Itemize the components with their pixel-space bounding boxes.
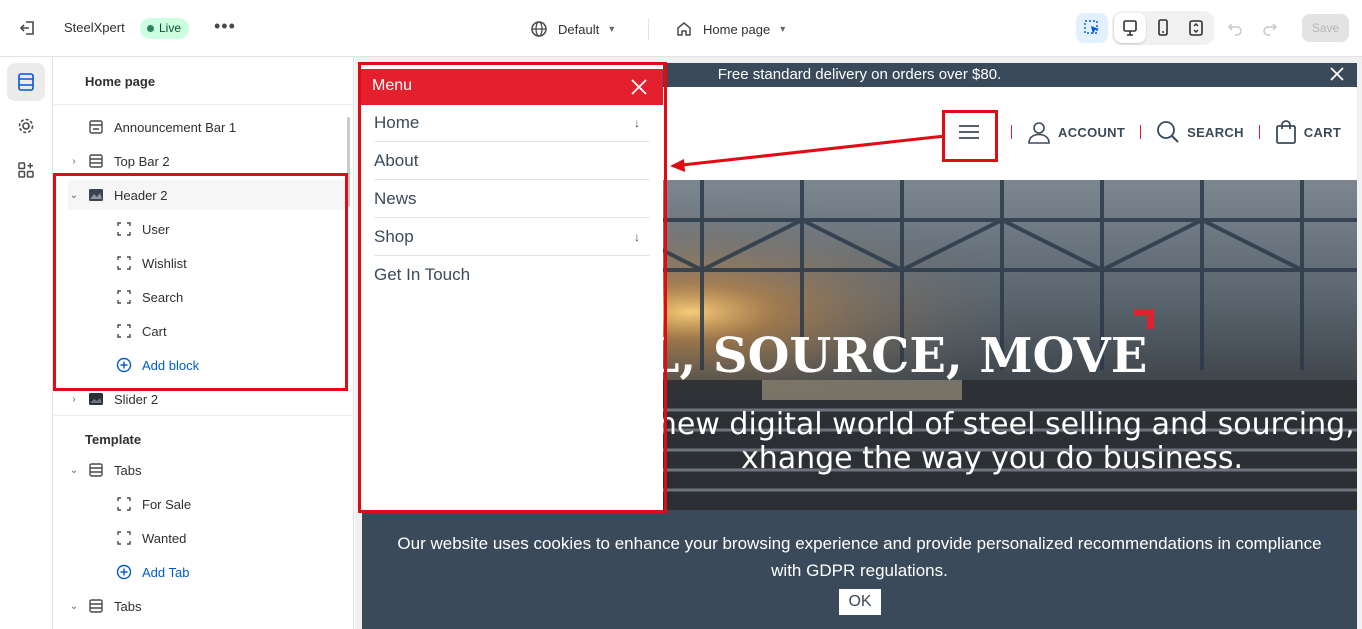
- fullscreen-view-button[interactable]: [1180, 13, 1212, 43]
- home-icon: [677, 22, 691, 36]
- header-divider: [1258, 125, 1260, 139]
- section-label: Slider 2: [114, 391, 159, 407]
- add-tab-label: Add Tab: [142, 564, 190, 580]
- desktop-view-button[interactable]: [1114, 13, 1146, 43]
- desktop-icon: [1123, 20, 1137, 36]
- save-button[interactable]: Save: [1302, 14, 1349, 42]
- sidebar-divider: [54, 415, 353, 416]
- annotation-box-header-section: [53, 173, 348, 391]
- search-link[interactable]: SEARCH: [1156, 120, 1244, 144]
- sections-icon: [18, 73, 34, 91]
- redo-icon[interactable]: [1262, 20, 1278, 36]
- block-icon: [117, 497, 131, 511]
- sections-rail-button[interactable]: [7, 63, 45, 101]
- header-divider: [1140, 125, 1142, 139]
- apps-icon: [18, 162, 34, 178]
- chevron-right-icon[interactable]: ›: [68, 156, 80, 167]
- section-label: Top Bar 2: [114, 153, 170, 169]
- section-tabs[interactable]: ⌄ Tabs: [68, 455, 348, 485]
- header-divider: [1011, 125, 1012, 139]
- block-for-sale[interactable]: For Sale: [116, 489, 346, 519]
- device-toggle: [1112, 11, 1214, 45]
- account-label: ACCOUNT: [1058, 124, 1126, 140]
- block-icon: [117, 531, 131, 545]
- user-icon: [1028, 122, 1050, 144]
- section-label: Announcement Bar 1: [114, 119, 237, 135]
- block-label: For Sale: [142, 496, 192, 512]
- search-label: SEARCH: [1187, 124, 1244, 140]
- header-links: ACCOUNT SEARCH CART: [942, 109, 1341, 155]
- theme-selector[interactable]: Default ▾: [530, 18, 614, 40]
- store-name: SteelXpert: [64, 20, 125, 35]
- annotation-arrow: [670, 134, 946, 172]
- mobile-view-button[interactable]: [1147, 13, 1179, 43]
- section-top-bar[interactable]: › Top Bar 2: [68, 146, 348, 176]
- annotation-box-menu-toggle: [942, 110, 998, 162]
- section-label: Tabs: [114, 598, 142, 614]
- close-icon[interactable]: [1329, 66, 1345, 82]
- template-heading: Template: [85, 432, 142, 447]
- apps-rail-button[interactable]: [7, 151, 45, 189]
- cookie-text: Our website uses cookies to enhance your…: [397, 534, 1322, 580]
- inspector-cursor-icon: [1084, 20, 1099, 34]
- chevron-down-icon[interactable]: ⌄: [68, 601, 80, 612]
- chevron-down-icon: ▾: [609, 23, 615, 35]
- hero-subheading-line: xhange the way you do business.: [740, 441, 1244, 476]
- section-icon: [89, 120, 103, 134]
- more-actions-button[interactable]: •••: [214, 16, 236, 37]
- gear-icon: [18, 118, 34, 134]
- settings-rail-button[interactable]: [7, 107, 45, 145]
- sidebar-title: Home page: [85, 74, 156, 89]
- fullscreen-icon: [1189, 20, 1203, 36]
- inspector-button[interactable]: [1076, 13, 1108, 43]
- left-rail: [0, 57, 53, 629]
- chevron-right-icon[interactable]: ›: [68, 394, 80, 405]
- mobile-icon: [1158, 19, 1168, 36]
- annotation-box-menu-drawer: [358, 62, 667, 513]
- plus-circle-icon: [116, 564, 132, 580]
- chevron-down-icon[interactable]: ⌄: [68, 465, 80, 476]
- theme-label: Default: [558, 21, 600, 37]
- page-selector[interactable]: Home page ▾: [675, 18, 785, 40]
- hero-headline: LL, SOURCE, MOVE: [612, 328, 1148, 384]
- block-wanted[interactable]: Wanted: [116, 523, 346, 553]
- cookie-ok-button[interactable]: OK: [839, 589, 881, 615]
- add-tab-button[interactable]: Add Tab: [116, 557, 346, 587]
- live-badge: Live: [140, 18, 190, 39]
- topbar-divider: [648, 18, 649, 40]
- editor-topbar: SteelXpert Live ••• Default ▾ Home page …: [0, 0, 1362, 57]
- section-icon: [89, 599, 103, 613]
- image-thumbnail-icon: [89, 393, 103, 405]
- cart-label: CART: [1303, 124, 1342, 140]
- cookie-banner: Our website uses cookies to enhance your…: [362, 510, 1357, 629]
- section-announcement-bar[interactable]: Announcement Bar 1: [68, 112, 348, 142]
- hero-subheading: g new digital world of steel selling and…: [622, 408, 1357, 476]
- section-tabs[interactable]: ⌄ Tabs: [68, 591, 348, 621]
- undo-icon[interactable]: [1227, 20, 1243, 36]
- section-label: Tabs: [114, 462, 142, 478]
- section-icon: [89, 154, 103, 168]
- hero-subheading-line: g new digital world of steel selling and…: [629, 407, 1355, 442]
- sidebar-divider: [54, 104, 353, 105]
- globe-icon: [531, 21, 547, 37]
- shopping-bag-icon: [1275, 120, 1296, 144]
- hero-corner-accent: [1134, 309, 1154, 329]
- chevron-down-icon: ▾: [780, 23, 786, 35]
- account-link[interactable]: ACCOUNT: [1027, 120, 1125, 144]
- page-label: Home page: [703, 21, 771, 37]
- exit-icon[interactable]: [18, 18, 38, 38]
- search-icon: [1157, 121, 1179, 143]
- section-icon: [89, 463, 103, 477]
- announcement-text: Free standard delivery on orders over $8…: [717, 66, 1002, 83]
- block-label: Wanted: [142, 530, 187, 546]
- cart-link[interactable]: CART: [1275, 120, 1341, 144]
